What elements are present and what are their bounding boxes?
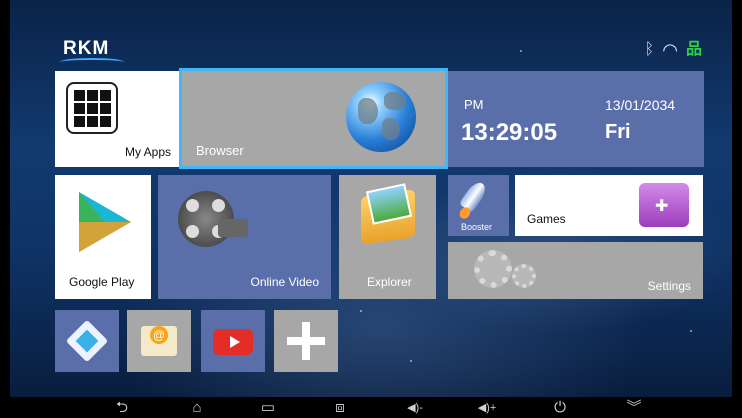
browser-tile[interactable]: Browser [179,68,448,169]
at-sign-icon: @ [150,326,168,344]
volume-up-button[interactable]: ◀)+ [467,399,507,417]
star [410,360,412,362]
back-button[interactable]: ⮌ [102,399,142,417]
youtube-tile[interactable] [201,310,265,372]
app-grid-icon [66,82,118,134]
power-button[interactable]: ⏻ [540,399,580,417]
home-screen: RKM ᛒ ◠ 品 My Apps Browser PM 13:29:05 13… [0,0,742,418]
right-black-edge [732,0,742,418]
clock-date: 13/01/2034 [605,97,676,113]
gamepad-folder-icon: ✚ [639,183,689,227]
bluetooth-icon: ᛒ [644,41,655,58]
my-apps-tile[interactable]: My Apps [55,71,179,167]
globe-icon [346,82,416,152]
booster-tile[interactable]: Booster [448,175,509,236]
google-play-tile[interactable]: Google Play [55,175,151,299]
games-tile[interactable]: ✚ Games [515,175,703,236]
google-play-icon-upper [79,192,105,222]
booster-label: Booster [461,222,493,232]
online-video-label: Online Video [250,275,320,289]
browser-label: Browser [196,143,244,158]
games-label: Games [527,212,566,226]
settings-label: Settings [647,279,691,293]
clock-time: 13:29:05 [461,119,558,146]
google-play-label: Google Play [69,275,135,289]
add-app-tile[interactable] [274,310,338,372]
status-bar: ᛒ ◠ 品 [644,40,702,60]
home-button[interactable]: ⌂ [177,399,217,417]
clock-ampm: PM [464,97,484,112]
ethernet-icon: 品 [685,41,702,58]
kodi-tile[interactable] [55,310,119,372]
collapse-button[interactable]: ︾ [614,399,654,417]
star [360,310,362,312]
left-black-edge [0,0,10,418]
brand-logo: RKM [63,38,110,59]
film-reel-arm [218,219,248,237]
star [690,330,692,332]
google-play-icon-lower [79,222,131,252]
email-tile[interactable]: @ [127,310,191,372]
recent-apps-button[interactable]: ▭ [248,399,288,417]
youtube-play-icon [230,336,240,348]
screenshot-button[interactable]: ⧈ [320,399,360,417]
gear-icon [474,250,512,288]
settings-tile[interactable]: Settings [448,242,703,299]
star [520,50,522,52]
clock-day: Fri [605,121,631,143]
brand-logo-swoosh [60,58,124,66]
online-video-tile[interactable]: Online Video [158,175,331,299]
explorer-label: Explorer [367,275,412,289]
navigation-bar: ⮌ ⌂ ▭ ⧈ ◀)- ◀)+ ⏻ ︾ [0,397,742,418]
my-apps-label: My Apps [124,145,171,159]
small-gear-icon [512,264,536,288]
clock-widget: PM 13:29:05 13/01/2034 Fri [448,71,704,167]
volume-down-button[interactable]: ◀)- [395,399,435,417]
wifi-icon: ◠ [662,40,678,60]
plus-icon-bar [287,337,325,345]
explorer-tile[interactable]: Explorer [339,175,436,299]
